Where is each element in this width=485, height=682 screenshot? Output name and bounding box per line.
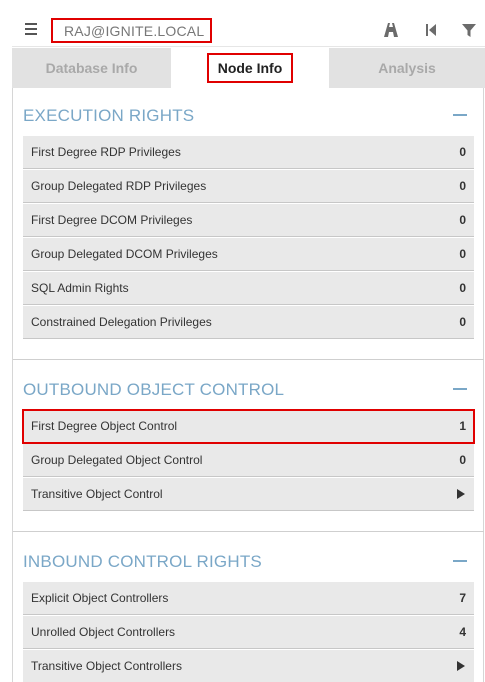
row-count: 0 [459, 281, 466, 295]
row-label: Constrained Delegation Privileges [31, 315, 212, 329]
row-count: 0 [459, 247, 466, 261]
row-count: 4 [459, 625, 466, 639]
row-unrolled-object-controllers[interactable]: Unrolled Object Controllers 4 [23, 616, 474, 649]
info-tabs: Database Info Node Info Analysis [12, 48, 485, 88]
section-divider [13, 531, 484, 532]
section-divider [13, 359, 484, 360]
row-label: Group Delegated Object Control [31, 453, 203, 467]
row-count: 1 [459, 419, 466, 433]
row-sql-admin-rights[interactable]: SQL Admin Rights 0 [23, 272, 474, 305]
row-group-delegated-rdp[interactable]: Group Delegated RDP Privileges 0 [23, 170, 474, 203]
row-label: Unrolled Object Controllers [31, 625, 176, 639]
row-count: 0 [459, 213, 466, 227]
tab-analysis[interactable]: Analysis [329, 48, 485, 88]
collapse-inbound-icon[interactable] [453, 560, 467, 562]
search-bar [12, 14, 485, 47]
row-transitive-object-control[interactable]: Transitive Object Control [23, 478, 474, 511]
collapse-execution-icon[interactable] [453, 114, 467, 116]
tab-analysis-label: Analysis [378, 60, 436, 76]
bloodhound-window: Database Info Node Info Analysis EXECUTI… [0, 0, 485, 682]
section-title-execution-rights: EXECUTION RIGHTS [23, 106, 195, 125]
path-icon[interactable] [383, 22, 399, 38]
row-label: SQL Admin Rights [31, 281, 129, 295]
row-count: 0 [459, 453, 466, 467]
row-label: Transitive Object Controllers [31, 659, 182, 673]
row-label: Group Delegated DCOM Privileges [31, 247, 218, 261]
node-info-panel: EXECUTION RIGHTS First Degree RDP Privil… [12, 88, 484, 682]
row-explicit-object-controllers[interactable]: Explicit Object Controllers 7 [23, 582, 474, 615]
row-label: Explicit Object Controllers [31, 591, 169, 605]
row-count: 7 [459, 591, 466, 605]
tab-database-info[interactable]: Database Info [12, 48, 171, 88]
tab-node-info[interactable]: Node Info [171, 48, 329, 88]
menu-icon[interactable] [25, 23, 37, 37]
row-first-degree-object-control[interactable]: First Degree Object Control 1 [22, 409, 475, 444]
row-transitive-object-controllers[interactable]: Transitive Object Controllers [23, 650, 474, 682]
row-label: First Degree DCOM Privileges [31, 213, 193, 227]
row-label: Transitive Object Control [31, 487, 163, 501]
filter-icon[interactable] [461, 22, 477, 38]
collapse-outbound-icon[interactable] [453, 388, 467, 390]
tab-node-info-label: Node Info [206, 53, 294, 83]
row-label: Group Delegated RDP Privileges [31, 179, 207, 193]
row-group-delegated-dcom[interactable]: Group Delegated DCOM Privileges 0 [23, 238, 474, 271]
back-icon[interactable] [423, 22, 439, 38]
row-constrained-delegation[interactable]: Constrained Delegation Privileges 0 [23, 306, 474, 339]
row-first-degree-rdp[interactable]: First Degree RDP Privileges 0 [23, 136, 474, 169]
row-label: First Degree Object Control [31, 419, 178, 433]
row-group-delegated-object-control[interactable]: Group Delegated Object Control 0 [23, 444, 474, 477]
node-search-input[interactable] [51, 18, 212, 43]
tab-database-info-label: Database Info [45, 60, 138, 76]
row-count: 0 [459, 315, 466, 329]
expand-arrow-icon[interactable] [457, 661, 465, 671]
section-title-inbound-control-rights: INBOUND CONTROL RIGHTS [23, 552, 262, 571]
expand-arrow-icon[interactable] [457, 489, 465, 499]
section-title-outbound-object-control: OUTBOUND OBJECT CONTROL [23, 380, 285, 399]
row-first-degree-dcom[interactable]: First Degree DCOM Privileges 0 [23, 204, 474, 237]
row-count: 0 [459, 179, 466, 193]
row-label: First Degree RDP Privileges [31, 145, 181, 159]
row-count: 0 [459, 145, 466, 159]
